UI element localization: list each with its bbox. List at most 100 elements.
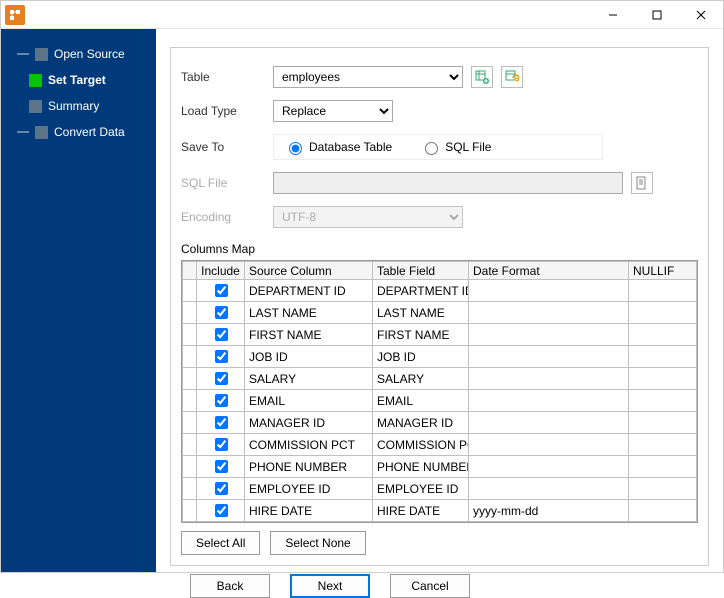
cell-target[interactable]: MANAGER ID xyxy=(373,412,469,434)
grid-header-include[interactable]: Include xyxy=(197,262,245,280)
include-checkbox[interactable] xyxy=(215,284,228,297)
row-selector[interactable] xyxy=(183,500,197,522)
cell-source[interactable]: HIRE DATE xyxy=(245,500,373,522)
minimize-button[interactable] xyxy=(591,1,635,29)
cell-format[interactable] xyxy=(469,368,629,390)
table-row[interactable]: FIRST NAMEFIRST NAME xyxy=(183,324,697,346)
cell-include[interactable] xyxy=(197,434,245,456)
grid-header-source[interactable]: Source Column xyxy=(245,262,373,280)
cell-source[interactable]: FIRST NAME xyxy=(245,324,373,346)
radio-database-table[interactable]: Database Table xyxy=(284,139,392,155)
table-row[interactable]: SALARYSALARY xyxy=(183,368,697,390)
load-type-select[interactable]: Replace xyxy=(273,100,393,122)
include-checkbox[interactable] xyxy=(215,460,228,473)
cell-source[interactable]: COMMISSION PCT xyxy=(245,434,373,456)
cell-nullif[interactable] xyxy=(629,478,697,500)
radio-sql-file[interactable]: SQL File xyxy=(420,139,491,155)
cell-format[interactable] xyxy=(469,478,629,500)
grid-header-format[interactable]: Date Format xyxy=(469,262,629,280)
table-row[interactable]: PHONE NUMBERPHONE NUMBER xyxy=(183,456,697,478)
cell-format[interactable] xyxy=(469,324,629,346)
table-row[interactable]: EMPLOYEE IDEMPLOYEE ID xyxy=(183,478,697,500)
cell-include[interactable] xyxy=(197,368,245,390)
row-selector[interactable] xyxy=(183,302,197,324)
include-checkbox[interactable] xyxy=(215,504,228,517)
cell-format[interactable] xyxy=(469,302,629,324)
row-selector[interactable] xyxy=(183,368,197,390)
include-checkbox[interactable] xyxy=(215,306,228,319)
include-checkbox[interactable] xyxy=(215,394,228,407)
row-selector[interactable] xyxy=(183,346,197,368)
table-row[interactable]: MANAGER IDMANAGER ID xyxy=(183,412,697,434)
include-checkbox[interactable] xyxy=(215,482,228,495)
cell-format[interactable] xyxy=(469,280,629,302)
maximize-button[interactable] xyxy=(635,1,679,29)
nav-step-open-source[interactable]: Open Source xyxy=(1,41,156,67)
nav-step-summary[interactable]: Summary xyxy=(1,93,156,119)
browse-file-button[interactable] xyxy=(631,172,653,194)
nav-step-convert-data[interactable]: Convert Data xyxy=(1,119,156,145)
cell-format[interactable] xyxy=(469,390,629,412)
cell-target[interactable]: SALARY xyxy=(373,368,469,390)
select-all-button[interactable]: Select All xyxy=(181,531,260,555)
cell-source[interactable]: LAST NAME xyxy=(245,302,373,324)
add-table-button[interactable] xyxy=(471,66,493,88)
cell-nullif[interactable] xyxy=(629,500,697,522)
cell-source[interactable]: JOB ID xyxy=(245,346,373,368)
cell-nullif[interactable] xyxy=(629,302,697,324)
table-row[interactable]: EMAILEMAIL xyxy=(183,390,697,412)
row-selector[interactable] xyxy=(183,390,197,412)
include-checkbox[interactable] xyxy=(215,438,228,451)
refresh-table-button[interactable] xyxy=(501,66,523,88)
cell-nullif[interactable] xyxy=(629,390,697,412)
cell-target[interactable]: LAST NAME xyxy=(373,302,469,324)
cell-format[interactable] xyxy=(469,456,629,478)
cell-source[interactable]: DEPARTMENT ID xyxy=(245,280,373,302)
cell-target[interactable]: DEPARTMENT ID xyxy=(373,280,469,302)
cell-nullif[interactable] xyxy=(629,324,697,346)
cell-include[interactable] xyxy=(197,412,245,434)
row-selector[interactable] xyxy=(183,478,197,500)
row-selector[interactable] xyxy=(183,412,197,434)
cell-format[interactable] xyxy=(469,412,629,434)
row-selector[interactable] xyxy=(183,434,197,456)
grid-header-target[interactable]: Table Field xyxy=(373,262,469,280)
grid-header-nullif[interactable]: NULLIF xyxy=(629,262,697,280)
cell-format[interactable] xyxy=(469,346,629,368)
columns-map-grid[interactable]: Include Source Column Table Field Date F… xyxy=(181,260,698,523)
cell-target[interactable]: PHONE NUMBER xyxy=(373,456,469,478)
cell-target[interactable]: EMPLOYEE ID xyxy=(373,478,469,500)
cell-target[interactable]: JOB ID xyxy=(373,346,469,368)
cell-source[interactable]: SALARY xyxy=(245,368,373,390)
row-selector[interactable] xyxy=(183,456,197,478)
include-checkbox[interactable] xyxy=(215,350,228,363)
cell-nullif[interactable] xyxy=(629,346,697,368)
cell-nullif[interactable] xyxy=(629,456,697,478)
cell-source[interactable]: PHONE NUMBER xyxy=(245,456,373,478)
include-checkbox[interactable] xyxy=(215,328,228,341)
next-button[interactable]: Next xyxy=(290,574,370,598)
cell-include[interactable] xyxy=(197,280,245,302)
cancel-button[interactable]: Cancel xyxy=(390,574,470,598)
cell-target[interactable]: COMMISSION PCT xyxy=(373,434,469,456)
table-row[interactable]: HIRE DATEHIRE DATEyyyy-mm-dd xyxy=(183,500,697,522)
cell-source[interactable]: EMAIL xyxy=(245,390,373,412)
cell-nullif[interactable] xyxy=(629,368,697,390)
cell-include[interactable] xyxy=(197,390,245,412)
cell-target[interactable]: HIRE DATE xyxy=(373,500,469,522)
cell-include[interactable] xyxy=(197,500,245,522)
cell-include[interactable] xyxy=(197,346,245,368)
cell-include[interactable] xyxy=(197,478,245,500)
cell-nullif[interactable] xyxy=(629,412,697,434)
table-select[interactable]: employees xyxy=(273,66,463,88)
back-button[interactable]: Back xyxy=(190,574,270,598)
cell-nullif[interactable] xyxy=(629,280,697,302)
table-row[interactable]: LAST NAMELAST NAME xyxy=(183,302,697,324)
cell-format[interactable]: yyyy-mm-dd xyxy=(469,500,629,522)
cell-include[interactable] xyxy=(197,456,245,478)
select-none-button[interactable]: Select None xyxy=(270,531,365,555)
cell-format[interactable] xyxy=(469,434,629,456)
nav-step-set-target[interactable]: Set Target xyxy=(1,67,156,93)
cell-include[interactable] xyxy=(197,302,245,324)
include-checkbox[interactable] xyxy=(215,416,228,429)
